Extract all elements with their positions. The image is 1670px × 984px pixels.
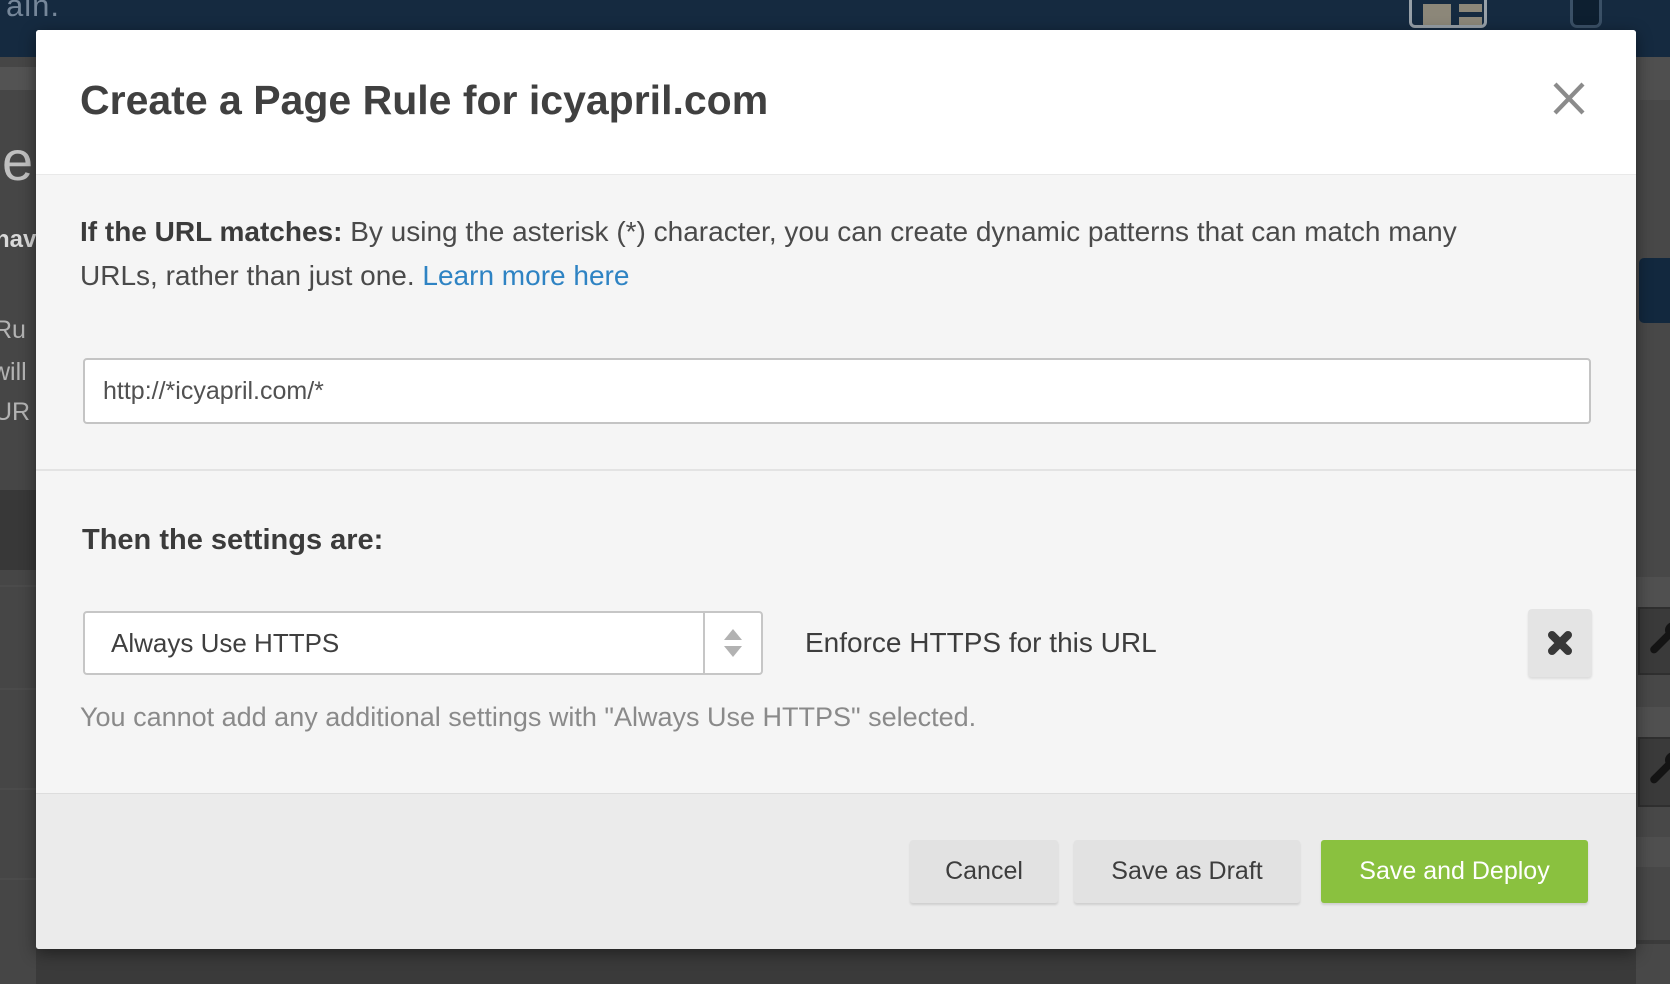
- background-text-fragment: e: [2, 128, 33, 193]
- background-right-strip: [1636, 57, 1670, 984]
- background-text-fragment: Ru: [0, 316, 26, 345]
- wrench-icon: [1647, 620, 1670, 656]
- screen: ain. e nav Ru will UR Cr: [0, 0, 1670, 984]
- background-header-text-fragment: ain.: [6, 0, 60, 24]
- background-band: [1636, 577, 1670, 607]
- background-wrench-button: [1638, 737, 1670, 807]
- background-bottom-strip: [0, 949, 1670, 984]
- background-band: [1636, 707, 1670, 737]
- background-wrench-button: [1638, 607, 1670, 675]
- close-button[interactable]: [1541, 70, 1597, 126]
- background-row-line: [0, 788, 36, 790]
- background-left-strip: e nav Ru will UR: [0, 57, 36, 984]
- close-icon: [1551, 79, 1587, 117]
- create-page-rule-modal: Create a Page Rule for icyapril.com If t…: [36, 30, 1636, 949]
- background-row-line: [0, 688, 36, 690]
- url-match-description: If the URL matches: By using the asteris…: [80, 210, 1480, 298]
- background-band: [1636, 837, 1670, 867]
- select-stepper[interactable]: [703, 613, 761, 673]
- layout-icon: [1409, 0, 1487, 28]
- background-blue-button-fragment: [1639, 258, 1670, 323]
- modal-body: If the URL matches: By using the asteris…: [36, 175, 1636, 793]
- learn-more-link[interactable]: Learn more here: [422, 260, 629, 291]
- background-text-fragment: UR: [0, 398, 30, 427]
- background-band: [1636, 57, 1670, 100]
- background-row-line: [0, 585, 36, 587]
- url-match-label: If the URL matches:: [80, 216, 342, 247]
- background-row-line: [1636, 940, 1670, 944]
- url-pattern-input[interactable]: [83, 358, 1591, 424]
- remove-setting-button[interactable]: [1528, 609, 1592, 677]
- save-and-deploy-button[interactable]: Save and Deploy: [1321, 840, 1588, 903]
- wrench-icon: [1647, 750, 1670, 786]
- modal-footer: Cancel Save as Draft Save and Deploy: [36, 793, 1636, 949]
- section-divider: [36, 469, 1636, 471]
- save-as-draft-button[interactable]: Save as Draft: [1074, 840, 1300, 903]
- background-row-line: [0, 878, 36, 880]
- cancel-button[interactable]: Cancel: [910, 840, 1058, 903]
- setting-description: Enforce HTTPS for this URL: [805, 611, 1157, 675]
- background-text-fragment: will: [0, 358, 27, 387]
- chevron-down-icon: [724, 646, 742, 657]
- chevron-up-icon: [724, 629, 742, 640]
- bell-icon: [1570, 0, 1602, 28]
- setting-select-value: Always Use HTTPS: [111, 613, 339, 673]
- setting-select[interactable]: Always Use HTTPS: [83, 611, 763, 675]
- background-text-fragment: nav: [0, 226, 36, 254]
- remove-x-icon: [1544, 627, 1576, 659]
- modal-header: Create a Page Rule for icyapril.com: [36, 30, 1636, 175]
- modal-title: Create a Page Rule for icyapril.com: [80, 76, 768, 124]
- background-band: [0, 67, 36, 90]
- setting-note: You cannot add any additional settings w…: [80, 702, 976, 733]
- settings-heading: Then the settings are:: [82, 524, 383, 557]
- background-band: [0, 490, 36, 570]
